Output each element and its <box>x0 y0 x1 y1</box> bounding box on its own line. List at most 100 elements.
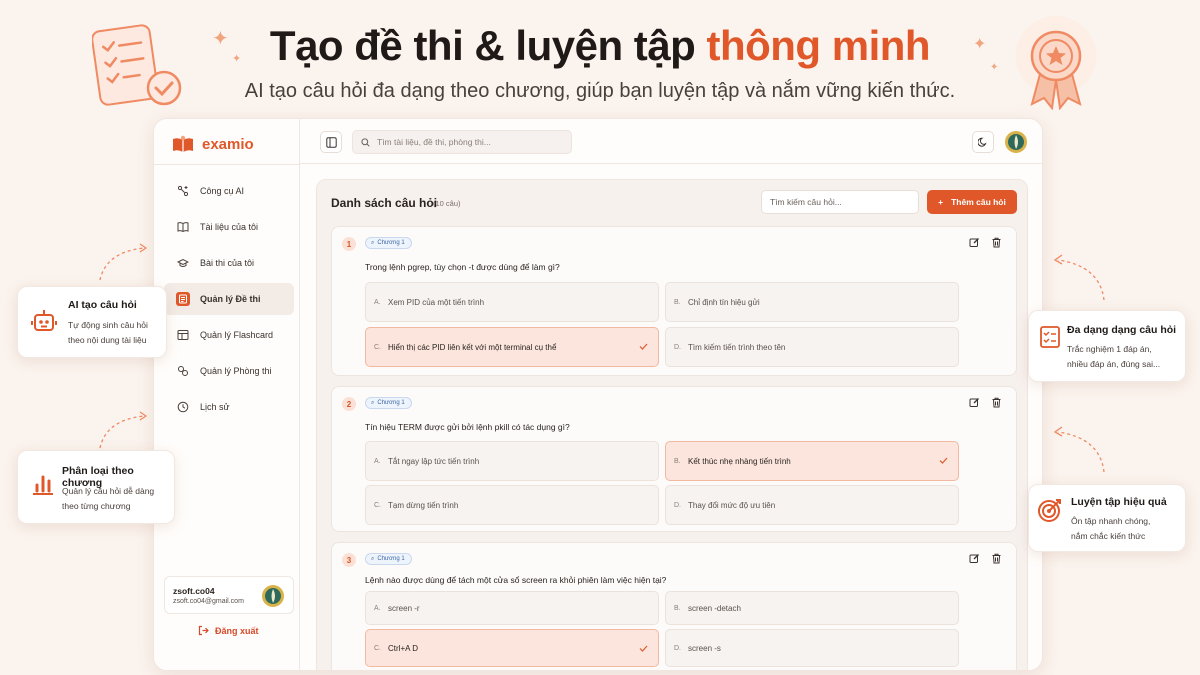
dashed-arrow-icon <box>99 243 148 281</box>
answer-option[interactable]: B. screen -detach <box>665 591 959 625</box>
edit-icon[interactable] <box>969 397 980 408</box>
checklist-illustration-icon <box>91 22 188 117</box>
trash-icon[interactable] <box>991 553 1002 564</box>
dashed-arrow-icon <box>1053 426 1105 473</box>
medal-illustration-icon <box>1010 16 1102 115</box>
flashcard-icon <box>176 328 190 342</box>
bar-chart-icon <box>33 475 53 495</box>
moon-icon <box>978 137 987 147</box>
feature-card-classify: Phân loại theo chương Quản lý câu hỏi dễ… <box>17 450 175 524</box>
theme-toggle-button[interactable] <box>972 131 994 153</box>
answer-option[interactable]: A. screen -r <box>365 591 659 625</box>
search-icon: ⌕ <box>371 399 375 406</box>
answer-option-correct[interactable]: B. Kết thúc nhẹ nhàng tiến trình <box>665 441 959 481</box>
sidebar-item-label: Lịch sử <box>200 402 230 412</box>
app-logo[interactable]: examio <box>172 135 254 153</box>
answer-option[interactable]: A. Tắt ngay lập tức tiến trình <box>365 441 659 481</box>
question-list-panel: Danh sách câu hỏi (10 câu) Tìm kiếm câu … <box>316 179 1028 670</box>
check-icon <box>639 342 648 353</box>
question-count: (10 câu) <box>433 199 461 208</box>
check-icon <box>939 456 948 467</box>
feature-title: Luyện tập hiệu quả <box>1071 496 1167 508</box>
feature-title: Đa dạng dạng câu hỏi <box>1067 324 1177 336</box>
sidebar-item-label: Công cụ AI <box>200 186 245 196</box>
answer-option[interactable]: B. Chỉ định tín hiệu gửi <box>665 282 959 322</box>
graduation-cap-icon <box>176 256 190 270</box>
sidebar-item-my-exams[interactable]: Bài thi của tôi <box>164 247 294 279</box>
sidebar-item-ai-tools[interactable]: Công cụ AI <box>164 175 294 207</box>
feature-card-practice: Luyện tập hiệu quả Ôn tập nhanh chóng, nắ… <box>1028 484 1186 552</box>
add-question-label: Thêm câu hỏi <box>951 197 1006 207</box>
book-logo-icon <box>173 135 193 152</box>
sparkle-icon: ✦ <box>232 53 242 65</box>
book-icon <box>176 220 190 234</box>
sidebar-item-history[interactable]: Lịch sử <box>164 391 294 423</box>
sparkle-icon: ✦ <box>212 28 229 50</box>
avatar[interactable] <box>1004 130 1028 154</box>
plus-icon: + <box>938 197 944 207</box>
trash-icon[interactable] <box>991 237 1002 248</box>
question-card: 3 ⌕ Chương 1 Lệnh nào được dùng để tách m… <box>331 542 1017 670</box>
sidebar-item-exam-rooms[interactable]: Quản lý Phòng thi <box>164 355 294 387</box>
user-card[interactable]: zsoft.co04 zsoft.co04@gmail.com <box>164 576 294 614</box>
target-icon <box>1038 499 1061 522</box>
sidebar-item-documents[interactable]: Tài liệu của tôi <box>164 211 294 243</box>
question-text: Tín hiệu TERM được gửi bởi lệnh pkill có… <box>365 422 570 432</box>
sidebar-nav: Công cụ AI Tài liệu của tôi Bài thi của … <box>164 175 294 427</box>
room-icon <box>176 364 190 378</box>
user-name: zsoft.co04 <box>173 586 215 596</box>
search-icon: ⌕ <box>371 555 375 562</box>
sparkle-icon: ✦ <box>990 62 999 73</box>
answer-option[interactable]: D. Thay đổi mức độ ưu tiên <box>665 485 959 525</box>
sidebar-item-exam-management[interactable]: Quản lý Đề thi <box>164 283 294 315</box>
feature-desc: Tự động sinh câu hỏi theo nội dung tài li… <box>68 320 148 345</box>
edit-icon[interactable] <box>969 553 980 564</box>
feature-desc: Trắc nghiệm 1 đáp án, nhiều đáp án, đúng … <box>1067 344 1161 369</box>
feature-card-variety: Đa dạng dạng câu hỏi Trắc nghiệm 1 đáp á… <box>1028 310 1186 382</box>
chapter-badge: ⌕ Chương 1 <box>365 553 412 565</box>
sidebar-toggle-button[interactable] <box>320 131 342 153</box>
dashed-arrow-icon <box>99 411 148 449</box>
answer-option[interactable]: D. Tìm kiếm tiến trình theo tên <box>665 327 959 367</box>
sidebar: examio Công cụ AI Tài liệu của tôi Bài t… <box>154 119 300 670</box>
sidebar-item-label: Quản lý Flashcard <box>200 330 274 340</box>
checklist-icon <box>1040 326 1060 348</box>
exam-manage-icon <box>176 292 190 306</box>
question-number: 2 <box>342 397 356 411</box>
sidebar-item-label: Quản lý Đề thi <box>200 294 261 304</box>
edit-icon[interactable] <box>969 237 980 248</box>
answer-option[interactable]: D. screen -s <box>665 629 959 667</box>
user-email: zsoft.co04@gmail.com <box>173 598 244 605</box>
chapter-badge: ⌕ Chương 1 <box>365 237 412 249</box>
global-search-input[interactable]: Tìm tài liệu, đề thi, phòng thi... <box>352 130 572 154</box>
feature-desc: Quản lý câu hỏi dễ dàng theo từng chương <box>62 486 155 511</box>
question-card: 2 ⌕ Chương 1 Tín hiệu TERM được gửi bởi l… <box>331 386 1017 532</box>
feature-card-ai: AI tạo câu hỏi Tự động sinh câu hỏi theo … <box>17 286 167 358</box>
sparkle-icon: ✦ <box>973 36 987 53</box>
trash-icon[interactable] <box>991 397 1002 408</box>
question-number: 3 <box>342 553 356 567</box>
search-icon: ⌕ <box>371 239 375 246</box>
avatar <box>262 585 284 607</box>
topbar: Tìm tài liệu, đề thi, phòng thi... <box>300 119 1042 164</box>
question-number: 1 <box>342 237 356 251</box>
chapter-badge: ⌕ Chương 1 <box>365 397 412 409</box>
sidebar-item-label: Tài liệu của tôi <box>200 222 259 232</box>
question-text: Trong lệnh pgrep, tùy chọn -t được dùng … <box>365 262 560 272</box>
logo-text: examio <box>202 135 254 153</box>
logout-button[interactable]: Đăng xuất <box>198 625 259 636</box>
feature-title: AI tạo câu hỏi <box>68 299 137 311</box>
logout-icon <box>198 625 209 636</box>
sidebar-toggle-icon <box>325 136 337 148</box>
sidebar-item-flashcards[interactable]: Quản lý Flashcard <box>164 319 294 351</box>
answer-option-correct[interactable]: C. Ctrl+A D <box>365 629 659 667</box>
answer-option[interactable]: A. Xem PID của một tiến trình <box>365 282 659 322</box>
search-placeholder: Tìm tài liệu, đề thi, phòng thi... <box>377 137 491 147</box>
question-search-input[interactable]: Tìm kiếm câu hỏi... <box>761 190 919 214</box>
app-window: examio Công cụ AI Tài liệu của tôi Bài t… <box>153 118 1043 671</box>
answer-option[interactable]: C. Tạm dừng tiến trình <box>365 485 659 525</box>
add-question-button[interactable]: + Thêm câu hỏi <box>927 190 1017 214</box>
answer-option-correct[interactable]: C. Hiển thị các PID liên kết với một term… <box>365 327 659 367</box>
check-icon <box>639 644 648 655</box>
sidebar-item-label: Quản lý Phòng thi <box>200 366 272 376</box>
